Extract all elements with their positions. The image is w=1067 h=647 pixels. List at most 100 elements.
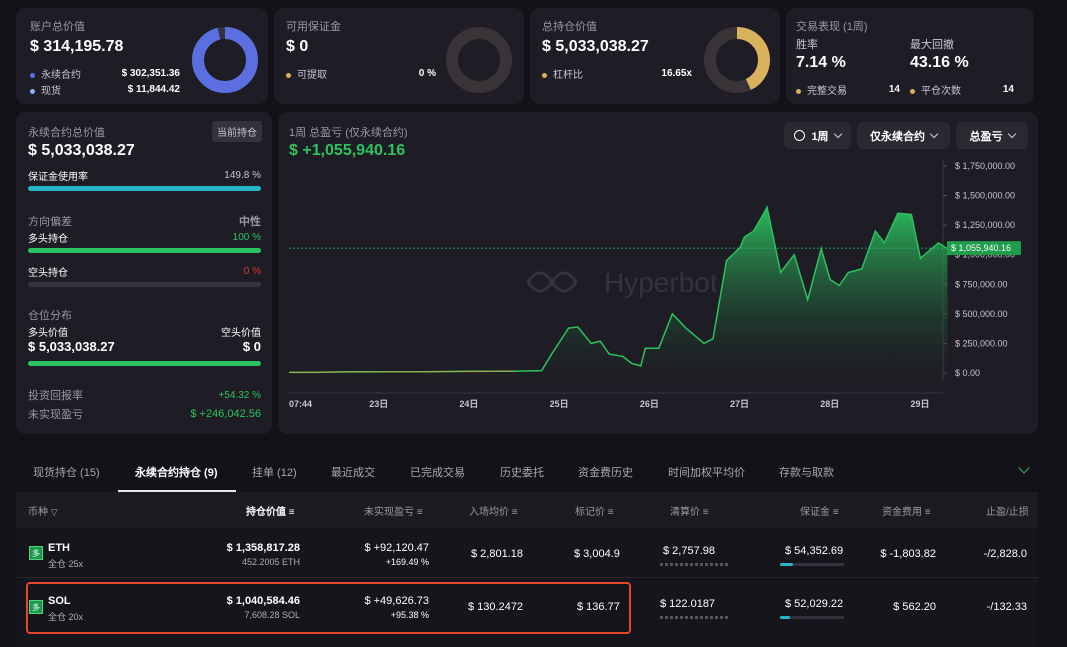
filter-dropdown-label: 仅永续合约 bbox=[870, 130, 925, 143]
col-liq-price[interactable]: 清算价 ≡ bbox=[670, 503, 709, 518]
position-value: $ 1,040,584.46 bbox=[226, 595, 300, 607]
tab-open-orders[interactable]: 挂单 (12) bbox=[252, 464, 297, 480]
long-value-label: 多头价值 bbox=[28, 328, 68, 339]
pnl-percent: +169.49 % bbox=[385, 557, 429, 567]
entry-price: $ 130.2472 bbox=[468, 601, 524, 613]
account-value: $ 314,195.78 bbox=[30, 38, 124, 55]
funding-fee: $ 562.20 bbox=[893, 601, 936, 613]
col-funding[interactable]: 资金费用 ≡ bbox=[882, 503, 931, 518]
x-tick-label: 26日 bbox=[640, 399, 659, 409]
close-count-value: 14 bbox=[1002, 84, 1014, 95]
position-donut bbox=[704, 27, 770, 93]
liq-distance-bar bbox=[660, 563, 730, 566]
chart-title: 1周 总盈亏 (仅永续合约) bbox=[289, 127, 408, 139]
perp-summary-panel: 永续合约总价值 当前持仓 $ 5,033,038.27 保证金使用率 149.8… bbox=[16, 112, 272, 434]
liquidation-price: $ 122.0187 bbox=[660, 598, 716, 610]
col-position-value[interactable]: 持仓价值 ≡ bbox=[246, 503, 295, 518]
funding-fee: $ -1,803.82 bbox=[880, 548, 936, 560]
range-dropdown-label: 1周 bbox=[811, 130, 829, 143]
account-value-label: 账户总价值 bbox=[30, 21, 85, 33]
watermark-text: Hyperbot bbox=[604, 267, 718, 298]
tab-perp-positions[interactable]: 永续合约持仓 (9) bbox=[135, 464, 218, 480]
col-coin[interactable]: 币种 ▽ bbox=[28, 503, 58, 518]
margin-bar bbox=[780, 616, 844, 619]
chart-watermark: Hyperbot bbox=[526, 267, 718, 298]
total-position-value: $ 5,033,038.27 bbox=[542, 38, 649, 55]
margin-donut bbox=[446, 27, 512, 93]
margin-value: $ 52,029.22 bbox=[785, 598, 844, 610]
winrate-label: 胜率 bbox=[796, 39, 818, 51]
short-value-label: 空头价值 bbox=[221, 328, 261, 339]
withdrawable-label: 可提取 bbox=[297, 70, 327, 81]
col-entry-price[interactable]: 入场均价 ≡ bbox=[469, 503, 518, 518]
x-tick-label: 25日 bbox=[550, 399, 569, 409]
filter-icon: ▽ bbox=[50, 507, 58, 517]
margin-usage-bar bbox=[28, 186, 261, 191]
mark-price: $ 3,004.9 bbox=[574, 548, 620, 560]
bias-value: 中性 bbox=[239, 216, 261, 228]
y-tick-label: $ 500,000.00 bbox=[955, 309, 1008, 319]
winrate-value: 7.14 % bbox=[796, 54, 846, 71]
y-tick-label: $ 1,750,000.00 bbox=[955, 161, 1015, 171]
drawdown-label: 最大回撤 bbox=[910, 39, 954, 51]
row-highlight bbox=[26, 582, 631, 634]
account-value-card: 账户总价值 $ 314,195.78 永续合约 $ 302,351.36 现货 … bbox=[16, 8, 268, 104]
available-margin-card: 可用保证金 $ 0 可提取 0 % bbox=[274, 8, 524, 104]
y-tick-label: $ 250,000.00 bbox=[955, 338, 1008, 348]
position-size: 452.2005 ETH bbox=[241, 557, 300, 567]
liq-distance-bar bbox=[660, 616, 730, 619]
pnl-area-chart: Hyperbot $ 1,750,000.00 $ 1,500,000.00 $ 1… bbox=[288, 160, 1021, 409]
distribution-bar bbox=[28, 361, 261, 366]
unrealized-pnl-label: 未实现盈亏 bbox=[28, 409, 83, 421]
col-margin[interactable]: 保证金 ≡ bbox=[800, 503, 839, 518]
tab-order-history[interactable]: 历史委托 bbox=[500, 464, 544, 480]
roi-label: 投资回报率 bbox=[28, 390, 83, 402]
tab-recent-fills[interactable]: 最近成交 bbox=[331, 464, 375, 480]
tp-sl[interactable]: -/132.33 bbox=[987, 601, 1027, 613]
y-tick-label: $ 1,500,000.00 bbox=[955, 191, 1015, 201]
x-tick-label: 27日 bbox=[730, 399, 749, 409]
short-position-value: 0 % bbox=[243, 266, 261, 277]
tab-completed-trades[interactable]: 已完成交易 bbox=[410, 464, 465, 480]
distribution-label: 仓位分布 bbox=[28, 310, 72, 322]
x-tick-label: 29日 bbox=[910, 399, 929, 409]
short-value: $ 0 bbox=[242, 339, 261, 354]
tab-deposits-withdrawals[interactable]: 存款与取款 bbox=[779, 464, 834, 480]
perp-value: $ 302,351.36 bbox=[121, 68, 180, 79]
col-tpsl[interactable]: 止盈/止损 bbox=[986, 503, 1029, 518]
trading-performance-card: 交易表现 (1周) 胜率 7.14 % 最大回撤 43.16 % 完整交易 14… bbox=[786, 8, 1034, 104]
range-dropdown[interactable]: 1周 bbox=[784, 122, 851, 149]
account-donut bbox=[192, 27, 258, 93]
chevron-down-icon bbox=[929, 129, 939, 139]
long-value: $ 5,033,038.27 bbox=[28, 339, 115, 354]
current-value-label: $ 1,055,940.16 bbox=[951, 243, 1011, 253]
x-tick-label: 23日 bbox=[369, 399, 388, 409]
mark-price: $ 136.77 bbox=[577, 601, 620, 613]
tab-spot-positions[interactable]: 现货持仓 (15) bbox=[33, 464, 100, 480]
position-value: $ 1,358,817.28 bbox=[226, 542, 300, 554]
long-badge: 多 bbox=[29, 600, 43, 614]
perp-label: 永续合约 bbox=[41, 70, 81, 81]
filter-dropdown[interactable]: 仅永续合约 bbox=[857, 122, 950, 149]
x-tick-label: 28日 bbox=[820, 399, 839, 409]
margin-usage-value: 149.8 % bbox=[224, 170, 261, 181]
long-position-value: 100 % bbox=[232, 232, 261, 243]
tab-funding-history[interactable]: 资金费历史 bbox=[578, 464, 633, 480]
trading-performance-label: 交易表现 (1周) bbox=[796, 21, 868, 33]
margin-mode: 全仓 25x bbox=[48, 559, 84, 569]
margin-usage-label: 保证金使用率 bbox=[28, 172, 88, 183]
coin-symbol[interactable]: ETH bbox=[48, 542, 70, 554]
col-mark-price[interactable]: 标记价 ≡ bbox=[575, 503, 614, 518]
completed-trades-label: 完整交易 bbox=[807, 86, 847, 97]
short-position-bar bbox=[28, 282, 261, 287]
coin-symbol[interactable]: SOL bbox=[48, 595, 71, 607]
col-unrealized-pnl[interactable]: 未实现盈亏 ≡ bbox=[364, 503, 423, 518]
y-tick-label: $ 0.00 bbox=[955, 368, 980, 378]
tp-sl[interactable]: -/2,828.0 bbox=[984, 548, 1027, 560]
tab-twap[interactable]: 时间加权平均价 bbox=[668, 464, 745, 480]
current-position-badge[interactable]: 当前持仓 bbox=[212, 121, 262, 142]
liquidation-price: $ 2,757.98 bbox=[663, 545, 715, 557]
drawdown-value: 43.16 % bbox=[910, 54, 969, 71]
roi-value: +54.32 % bbox=[218, 389, 261, 401]
metric-dropdown[interactable]: 总盈亏 bbox=[956, 122, 1028, 149]
